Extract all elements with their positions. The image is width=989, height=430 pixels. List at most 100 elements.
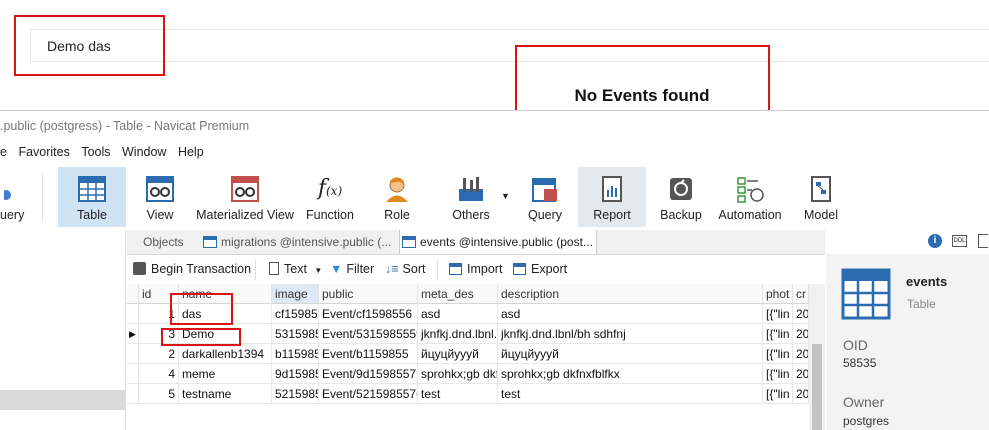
backup-button[interactable]: Backup [654, 167, 708, 227]
cell-public[interactable]: Event/cf1598556 [319, 304, 418, 324]
cell-name[interactable]: das [179, 304, 272, 324]
cell-meta[interactable]: test [418, 384, 498, 404]
cell-meta[interactable]: sprohkx;gb dkf [418, 364, 498, 384]
model-button[interactable]: Model [796, 167, 846, 227]
row-indicator[interactable] [127, 344, 139, 364]
materialized-view-button[interactable]: Materialized View [196, 167, 294, 227]
report-button[interactable]: Report [578, 167, 646, 227]
cell-image[interactable]: 52159855 [272, 384, 319, 404]
cell-cr[interactable]: 20 [793, 384, 809, 404]
tab-events[interactable]: events @intensive.public (post... [399, 230, 597, 254]
new-query-button[interactable]: uery [0, 167, 30, 227]
query-icon [532, 178, 557, 202]
column-header-meta-des[interactable]: meta_des [418, 284, 498, 304]
cell-phot[interactable]: [{"lin [763, 344, 793, 364]
cell-id[interactable]: 4 [139, 364, 179, 384]
cell-public[interactable]: Event/9d1598557 [319, 364, 418, 384]
split-view-icon[interactable] [978, 234, 988, 248]
cell-image[interactable]: 53159855 [272, 324, 319, 344]
cell-phot[interactable]: [{"lin [763, 324, 793, 344]
cell-id[interactable]: 5 [139, 384, 179, 404]
sort-button[interactable]: ↓≡ Sort [385, 262, 425, 276]
cell-name[interactable]: meme [179, 364, 272, 384]
filter-button[interactable]: ▼ Filter [330, 262, 374, 276]
info-pane: events Table OID 58535 Owner postgres [826, 230, 989, 430]
cell-desc[interactable]: test [498, 384, 763, 404]
menu-favorites[interactable]: Favorites [18, 145, 69, 159]
view-button[interactable]: View [130, 167, 190, 227]
cell-image[interactable]: 9d15985 [272, 364, 319, 384]
cell-id[interactable]: 3 [139, 324, 179, 344]
cell-phot[interactable]: [{"lin [763, 384, 793, 404]
text-button[interactable]: Text ▼ [269, 262, 322, 276]
column-header-public[interactable]: public [319, 284, 418, 304]
menu-window[interactable]: Window [122, 145, 166, 159]
object-toolbar: Begin Transaction Text ▼ ▼ Filter ↓≡ Sort … [127, 256, 825, 284]
cell-public[interactable]: Event/b1159855 [319, 344, 418, 364]
data-grid[interactable]: id name image public meta_des descriptio… [127, 284, 809, 430]
info-icon[interactable]: i [928, 234, 942, 248]
row-indicator[interactable] [127, 304, 139, 324]
cell-phot[interactable]: [{"lin [763, 364, 793, 384]
cell-public[interactable]: Event/5215985576 [319, 384, 418, 404]
cell-name[interactable]: Demo [179, 324, 272, 344]
export-button[interactable]: Export [513, 262, 567, 276]
cell-cr[interactable]: 20 [793, 304, 809, 324]
cell-name[interactable]: testname [179, 384, 272, 404]
tools-icon [459, 177, 483, 201]
cell-id[interactable]: 2 [139, 344, 179, 364]
menu-file[interactable]: e [0, 145, 7, 159]
cell-public[interactable]: Event/5315985559 [319, 324, 418, 344]
tab-migrations-label: migrations @intensive.public (... [221, 235, 392, 249]
cell-name[interactable]: darkallenb1394 [179, 344, 272, 364]
column-header-name[interactable]: name [179, 284, 272, 304]
function-button[interactable]: f(x) Function [300, 167, 360, 227]
cell-desc[interactable]: jknfkj.dnd.lbnl/bh sdhfnj [498, 324, 763, 344]
column-header-image[interactable]: image [272, 284, 319, 304]
column-header-cr[interactable]: cr [793, 284, 809, 304]
menu-tools[interactable]: Tools [81, 145, 110, 159]
table-icon [78, 176, 106, 202]
import-button[interactable]: Import [449, 262, 502, 276]
row-indicator[interactable]: ▶ [127, 324, 139, 344]
begin-transaction-button[interactable]: Begin Transaction [133, 262, 251, 276]
cell-meta[interactable]: йцуцйуууй [418, 344, 498, 364]
report-label: Report [593, 208, 631, 222]
column-header-description[interactable]: description [498, 284, 763, 304]
row-indicator[interactable] [127, 364, 139, 384]
empty-message: No Events found [574, 86, 710, 105]
search-input[interactable] [30, 29, 989, 62]
cell-desc[interactable]: sprohkx;gb dkfnxfblfkx [498, 364, 763, 384]
text-icon [269, 262, 279, 275]
cell-cr[interactable]: 20 [793, 364, 809, 384]
query-button[interactable]: Query [520, 167, 570, 227]
cell-phot[interactable]: [{"lin [763, 304, 793, 324]
automation-button[interactable]: Automation [716, 167, 784, 227]
cell-desc[interactable]: asd [498, 304, 763, 324]
cell-desc[interactable]: йцуцйуууй [498, 344, 763, 364]
selected-tree-item[interactable] [0, 390, 125, 410]
cell-meta[interactable]: asd [418, 304, 498, 324]
cell-image[interactable]: b115985 [272, 344, 319, 364]
row-indicator[interactable] [127, 384, 139, 404]
others-dropdown-icon[interactable]: ▼ [501, 191, 510, 201]
table-button[interactable]: Table [58, 167, 126, 227]
web-app-area: No Events found [0, 0, 989, 120]
menu-help[interactable]: Help [178, 145, 204, 159]
cell-cr[interactable]: 20 [793, 344, 809, 364]
role-button[interactable]: Role [370, 167, 424, 227]
ddl-icon[interactable]: DDL [952, 235, 967, 247]
cell-meta[interactable]: jknfkj.dnd.lbnl. [418, 324, 498, 344]
cell-image[interactable]: cf159855 [272, 304, 319, 324]
others-button[interactable]: Others [440, 167, 502, 227]
tab-objects[interactable]: Objects [143, 230, 203, 254]
tab-migrations[interactable]: migrations @intensive.public (... [201, 230, 397, 254]
navigation-pane[interactable] [0, 230, 126, 430]
column-header-phot[interactable]: phot [763, 284, 793, 304]
cell-cr[interactable]: 20 [793, 324, 809, 344]
cell-id[interactable]: 1 [139, 304, 179, 324]
vertical-scrollbar[interactable] [809, 284, 825, 430]
column-header-id[interactable]: id [139, 284, 179, 304]
scrollbar-thumb[interactable] [812, 344, 822, 430]
owner-value: postgres [843, 414, 890, 428]
